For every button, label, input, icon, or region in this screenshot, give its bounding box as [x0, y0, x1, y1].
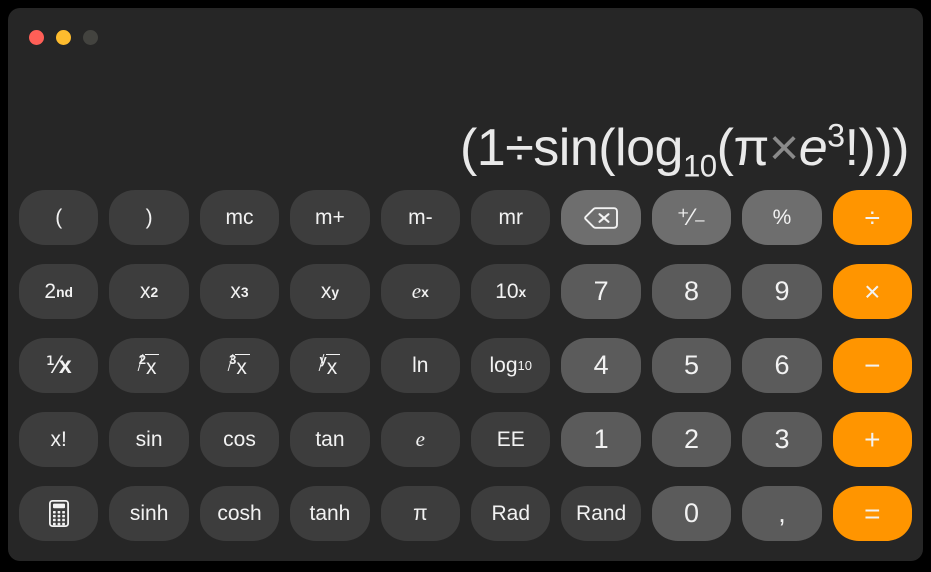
- key-digit-4[interactable]: 4: [561, 338, 641, 393]
- keypad-row: 2nd x 2 x 3 x y e x 10 x 7 8 9 ×: [19, 264, 913, 319]
- key-digit-0[interactable]: 0: [651, 486, 732, 541]
- key-euler-e[interactable]: e: [380, 412, 461, 467]
- key-multiply[interactable]: ×: [832, 264, 913, 319]
- key-sinh[interactable]: sinh: [109, 486, 189, 541]
- key-cosine[interactable]: cos: [199, 412, 280, 467]
- backspace-icon: [584, 206, 619, 230]
- key-log-ten[interactable]: log 10: [471, 338, 551, 393]
- key-divide[interactable]: ÷: [832, 190, 913, 245]
- keypad-row: ⅟x 2 x 3 x y x ln log 10 4 5 6−: [19, 338, 913, 393]
- minimize-button[interactable]: [56, 30, 71, 45]
- key-cube[interactable]: x3: [199, 264, 280, 319]
- calculator-icon: [48, 500, 69, 527]
- key-digit-3[interactable]: 3: [742, 412, 822, 467]
- key-square-root[interactable]: 2x: [109, 338, 189, 393]
- key-memory-add[interactable]: m+: [290, 190, 370, 245]
- key-rad-mode[interactable]: Rad: [471, 486, 551, 541]
- key-decimal[interactable]: ,: [742, 486, 822, 541]
- keypad-row: x! sin cos tan e EE 1 2 3 +: [19, 412, 913, 467]
- zoom-button: [83, 30, 98, 45]
- key-tanh[interactable]: tanh: [290, 486, 370, 541]
- window-titlebar: [8, 8, 923, 60]
- key-exp-e[interactable]: ex: [380, 264, 461, 319]
- key-digit-9[interactable]: 9: [742, 264, 822, 319]
- key-exp-ten[interactable]: 10 x: [471, 264, 551, 319]
- key-factorial[interactable]: x!: [19, 412, 99, 467]
- key-digit-6[interactable]: 6: [742, 338, 822, 393]
- calculator-window: (1÷sin(log10(π×e3!))) () mc m+ m-mr ⁺⁄₋% ÷ 2nd…: [8, 8, 923, 561]
- key-ee[interactable]: EE: [471, 412, 551, 467]
- key-add[interactable]: +: [832, 412, 913, 467]
- key-digit-7[interactable]: 7: [561, 264, 641, 319]
- calculator-display: (1÷sin(log10(π×e3!))): [8, 60, 923, 182]
- key-open-paren[interactable]: (: [19, 190, 99, 245]
- key-digit-1[interactable]: 1: [561, 412, 641, 467]
- key-percent[interactable]: %: [742, 190, 822, 245]
- key-power-y[interactable]: xy: [290, 264, 370, 319]
- key-sine[interactable]: sin: [109, 412, 189, 467]
- key-memory-sub[interactable]: m-: [380, 190, 461, 245]
- key-digit-5[interactable]: 5: [651, 338, 732, 393]
- key-digit-2[interactable]: 2: [651, 412, 732, 467]
- key-sign-toggle[interactable]: ⁺⁄₋: [651, 190, 732, 245]
- display-expression: (1÷sin(log10(π×e3!))): [459, 117, 910, 184]
- key-reciprocal[interactable]: ⅟x: [19, 338, 99, 393]
- key-natural-log[interactable]: ln: [380, 338, 461, 393]
- key-memory-recall[interactable]: mr: [471, 190, 551, 245]
- close-button[interactable]: [29, 30, 44, 45]
- key-memory-clear[interactable]: mc: [199, 190, 280, 245]
- key-tangent[interactable]: tan: [290, 412, 370, 467]
- key-cosh[interactable]: cosh: [199, 486, 280, 541]
- calculator-keypad: () mc m+ m-mr ⁺⁄₋% ÷ 2nd x 2 x 3 x y e x 10 x 7 8 9 × ⅟x 2 x 3 x y…: [8, 190, 923, 541]
- key-close-paren[interactable]: ): [109, 190, 189, 245]
- key-square[interactable]: x2: [109, 264, 189, 319]
- key-delete[interactable]: [561, 190, 641, 245]
- key-equals[interactable]: =: [832, 486, 913, 541]
- key-subtract[interactable]: −: [832, 338, 913, 393]
- key-digit-8[interactable]: 8: [651, 264, 732, 319]
- key-basic-mode[interactable]: [19, 486, 99, 541]
- key-random[interactable]: Rand: [561, 486, 641, 541]
- keypad-row: sinh cosh tanh π Rad Rand 0, =: [19, 486, 913, 541]
- key-second[interactable]: 2nd: [19, 264, 99, 319]
- keypad-row: () mc m+ m-mr ⁺⁄₋% ÷: [19, 190, 913, 245]
- key-pi[interactable]: π: [380, 486, 461, 541]
- key-cube-root[interactable]: 3x: [199, 338, 280, 393]
- key-nth-root[interactable]: yx: [290, 338, 370, 393]
